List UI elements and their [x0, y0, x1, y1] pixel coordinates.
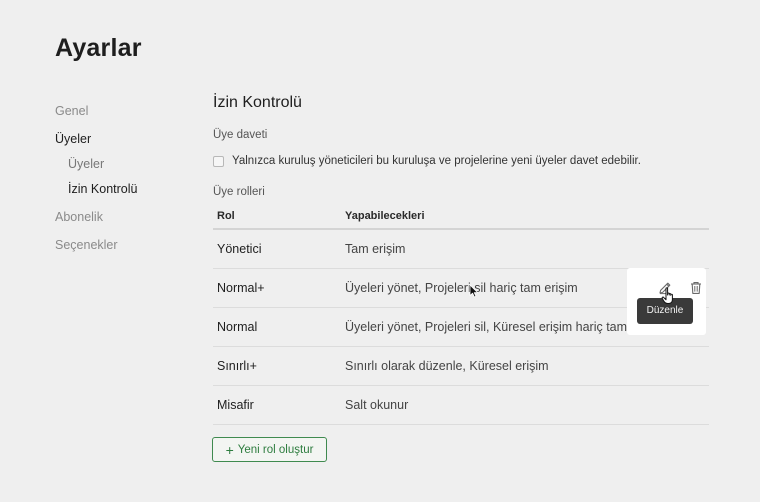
invite-restriction-label: Yalnızca kuruluş yöneticileri bu kuruluş… — [232, 155, 641, 167]
roles-heading: Üye rolleri — [213, 186, 265, 198]
role-permissions: Salt okunur — [345, 398, 409, 412]
create-role-label: Yeni rol oluştur — [237, 443, 314, 456]
role-name: Normal — [217, 320, 258, 334]
column-header-role: Rol — [217, 210, 235, 222]
row-actions-popover: Düzenle — [627, 268, 706, 335]
role-permissions: Üyeleri yönet, Projeleri sil, Küresel er… — [345, 320, 664, 334]
sidebar-item-general[interactable]: Genel — [55, 104, 88, 118]
edit-tooltip: Düzenle — [637, 298, 693, 324]
sidebar-item-options[interactable]: Seçenekler — [55, 238, 118, 252]
invite-restriction-row[interactable]: Yalnızca kuruluş yöneticileri bu kuruluş… — [213, 155, 641, 167]
sidebar-subitem-permission-control[interactable]: İzin Kontrolü — [68, 182, 137, 196]
role-name: Sınırlı+ — [217, 359, 257, 373]
role-permissions: Tam erişim — [345, 242, 406, 256]
invite-restriction-checkbox[interactable] — [213, 155, 224, 167]
role-permissions: Sınırlı olarak düzenle, Küresel erişim — [345, 359, 549, 373]
plus-icon: + — [225, 441, 234, 458]
create-role-button[interactable]: + Yeni rol oluştur — [212, 437, 327, 462]
table-header: Rol Yapabilecekleri — [213, 208, 709, 230]
section-title: İzin Kontrolü — [213, 94, 302, 111]
pencil-icon[interactable] — [657, 280, 673, 296]
table-row[interactable]: Misafir Salt okunur — [213, 386, 709, 425]
invite-heading: Üye daveti — [213, 129, 268, 141]
sidebar-subitem-members[interactable]: Üyeler — [68, 157, 104, 171]
role-name: Normal+ — [217, 281, 265, 295]
table-row[interactable]: Yönetici Tam erişim — [213, 230, 709, 269]
trash-icon[interactable] — [688, 280, 704, 296]
page-title: Ayarlar — [55, 34, 142, 62]
table-row[interactable]: Sınırlı+ Sınırlı olarak düzenle, Küresel… — [213, 347, 709, 386]
role-permissions: Üyeleri yönet, Projeleri sil hariç tam e… — [345, 281, 578, 295]
sidebar-item-subscription[interactable]: Abonelik — [55, 210, 103, 224]
role-name: Yönetici — [217, 242, 262, 256]
role-name: Misafir — [217, 398, 254, 412]
column-header-permissions: Yapabilecekleri — [345, 210, 425, 222]
sidebar-item-members[interactable]: Üyeler — [55, 132, 91, 146]
